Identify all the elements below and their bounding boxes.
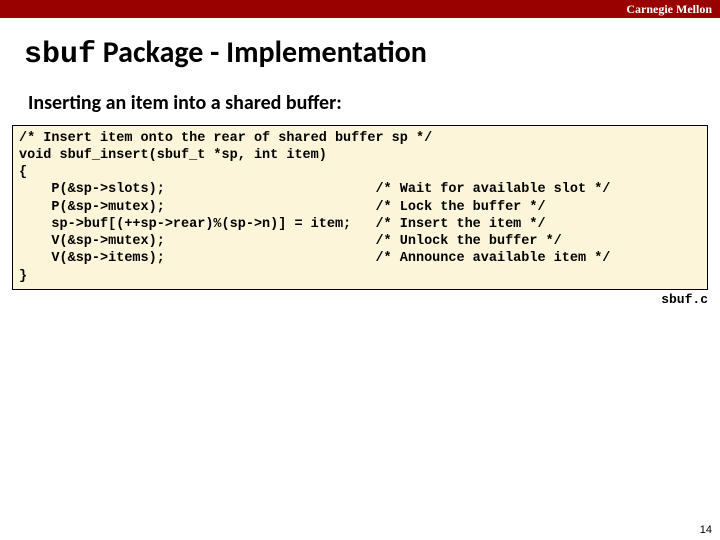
title-area: sbuf Package - Implementation <box>0 18 720 81</box>
title-text: Package - Implementation <box>96 34 427 71</box>
page-number: 14 <box>700 524 712 536</box>
code-listing: /* Insert item onto the rear of shared b… <box>12 125 708 290</box>
slide-title: sbuf Package - Implementation <box>24 36 696 73</box>
source-file-label: sbuf.c <box>0 290 720 307</box>
slide-subtitle: Inserting an item into a shared buffer: <box>0 81 720 123</box>
header-bar: Carnegie Mellon <box>0 0 720 18</box>
brand-label: Carnegie Mellon <box>626 0 712 18</box>
title-code-token: sbuf <box>24 38 96 72</box>
